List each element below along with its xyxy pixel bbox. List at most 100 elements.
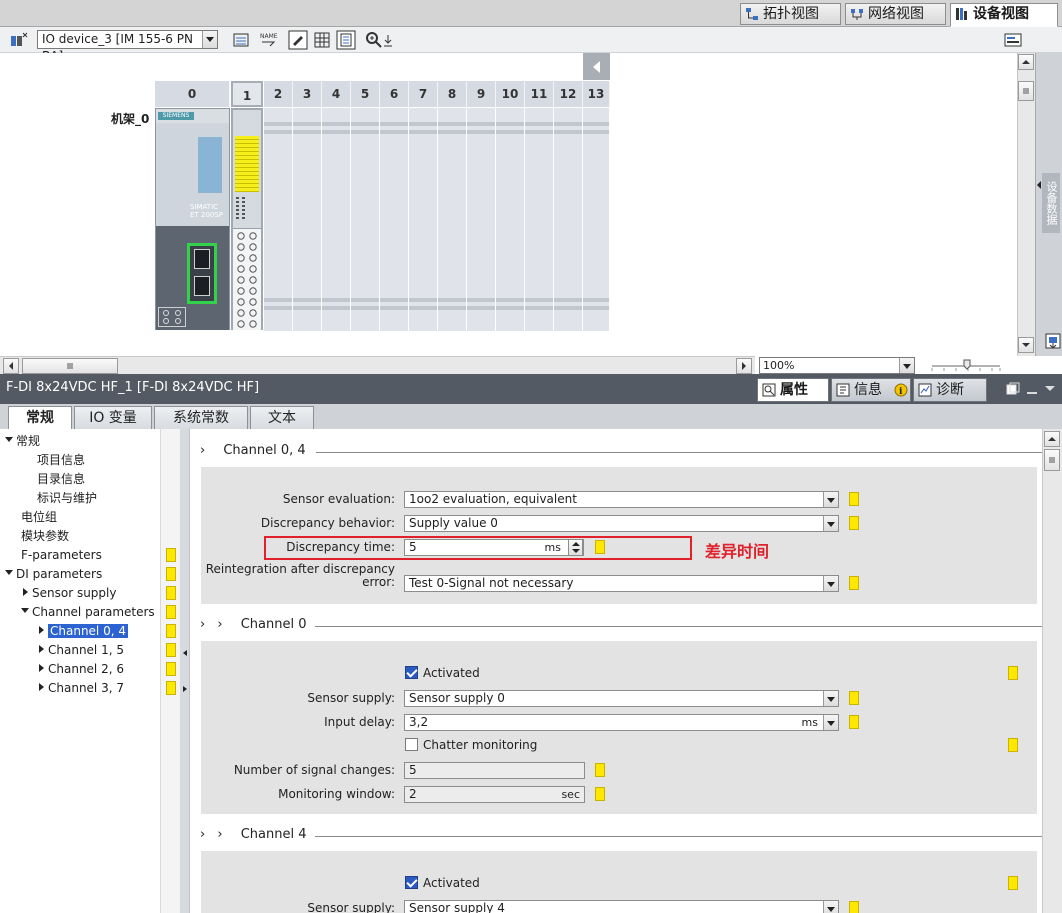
slot-header-3[interactable]: 3 <box>293 81 322 107</box>
tree-item[interactable]: Channel 2, 6 <box>36 660 124 678</box>
reintegration-select[interactable]: Test 0-Signal not necessary <box>404 575 839 592</box>
chevron-right-icon[interactable]: › <box>200 617 205 632</box>
name-label-icon[interactable]: NAME <box>258 30 278 50</box>
section-channel4-title[interactable]: › › Channel 4 <box>200 827 1042 842</box>
zoom-slider[interactable] <box>930 357 1002 373</box>
tree-item[interactable]: Channel 0, 4 <box>36 622 128 640</box>
tree-item[interactable]: 电位组 <box>21 508 57 526</box>
tab-device-data[interactable]: 设备数据 <box>1042 173 1060 233</box>
expanded-arrow-icon[interactable] <box>20 606 32 616</box>
tree-item[interactable]: 目录信息 <box>37 470 85 488</box>
chevron-right-icon[interactable]: › <box>200 827 205 842</box>
collapsed-arrow-icon[interactable] <box>36 663 48 673</box>
device-select[interactable]: IO device_3 [IM 155-6 PN BA] <box>37 30 218 63</box>
slot-header-13[interactable]: 13 <box>583 81 610 107</box>
zoom-icon[interactable] <box>364 30 384 50</box>
collapse-down-icon[interactable] <box>1043 382 1057 396</box>
tab-topology-view[interactable]: 拓扑视图 <box>740 3 841 25</box>
channel0-input-delay-select[interactable]: 3,2 ms <box>404 714 839 731</box>
zoom-select[interactable]: 100% <box>759 357 915 374</box>
empty-slot-4[interactable] <box>322 108 351 331</box>
empty-slot-11[interactable] <box>525 108 554 331</box>
pencil-icon[interactable] <box>288 30 308 50</box>
subtab-system-constants[interactable]: 系统常数 <box>154 406 248 429</box>
interface-module[interactable]: SIEMENS SIMATIC ET 200SP <box>155 108 230 330</box>
slot-header-8[interactable]: 8 <box>438 81 467 107</box>
expanded-arrow-icon[interactable] <box>4 568 16 578</box>
chevron-down-icon[interactable] <box>823 492 838 507</box>
tab-device-view[interactable]: 设备视图 <box>950 3 1058 27</box>
empty-slot-8[interactable] <box>438 108 467 331</box>
tree-item[interactable]: Channel 3, 7 <box>36 679 124 697</box>
subtab-texts[interactable]: 文本 <box>250 406 314 429</box>
tab-diagnostics[interactable]: 诊断 <box>913 378 987 402</box>
tab-info[interactable]: 信息 i <box>831 378 911 402</box>
channel0-sensor-supply-select[interactable]: Sensor supply 0 <box>404 690 839 707</box>
slot-header-11[interactable]: 11 <box>525 81 554 107</box>
scroll-right-icon[interactable] <box>736 358 752 374</box>
show-module-icon[interactable] <box>231 30 251 50</box>
section-channel04-title[interactable]: › Channel 0, 4 <box>200 443 1042 458</box>
collapsed-arrow-icon[interactable] <box>36 682 48 692</box>
sensor-evaluation-select[interactable]: 1oo2 evaluation, equivalent <box>404 491 839 508</box>
subtab-io-tags[interactable]: IO 变量 <box>74 406 152 429</box>
collapse-overview-icon[interactable] <box>583 53 610 80</box>
scroll-up-icon[interactable] <box>1018 54 1034 70</box>
chevron-down-icon[interactable] <box>823 516 838 531</box>
empty-slot-6[interactable] <box>380 108 409 331</box>
discrepancy-behavior-select[interactable]: Supply value 0 <box>404 515 839 532</box>
splitter-left-icon[interactable] <box>181 649 189 657</box>
content-scroll-thumb[interactable] <box>1044 449 1060 471</box>
collapsed-arrow-icon[interactable] <box>20 587 32 597</box>
slot-header-7[interactable]: 7 <box>409 81 438 107</box>
page-layout-icon[interactable] <box>336 30 356 50</box>
slot-header-12[interactable]: 12 <box>554 81 583 107</box>
collapsed-arrow-icon[interactable] <box>36 625 48 635</box>
empty-slot-12[interactable] <box>554 108 583 331</box>
tree-item[interactable]: 项目信息 <box>37 451 85 469</box>
window-layout-icon[interactable] <box>1006 382 1020 396</box>
device-overview-icon[interactable] <box>9 30 29 50</box>
tab-network-view[interactable]: 网络视图 <box>845 3 946 25</box>
section-channel0-title[interactable]: › › Channel 0 <box>200 617 1042 632</box>
fdi-module[interactable] <box>231 108 263 330</box>
channel0-chatter-checkbox[interactable] <box>405 738 418 751</box>
tree-item[interactable]: Channel 1, 5 <box>36 641 124 659</box>
slot-header-1[interactable]: 1 <box>231 81 263 107</box>
channel0-signal-changes-input[interactable]: 5 <box>404 762 585 779</box>
empty-slot-9[interactable] <box>467 108 496 331</box>
tree-item[interactable]: 常规 <box>4 432 40 450</box>
slot-header-0[interactable]: 0 <box>155 81 230 107</box>
slot-header-6[interactable]: 6 <box>380 81 409 107</box>
tree-item[interactable]: F-parameters <box>21 546 102 564</box>
slot-header-4[interactable]: 4 <box>322 81 351 107</box>
empty-slot-5[interactable] <box>351 108 380 331</box>
minimize-icon[interactable] <box>1025 382 1039 396</box>
hscroll-thumb[interactable] <box>22 358 118 374</box>
channel0-monitoring-window-input[interactable]: 2 sec <box>404 786 585 803</box>
chevron-down-icon[interactable] <box>823 901 838 913</box>
chevron-down-icon[interactable] <box>823 576 838 591</box>
empty-slot-10[interactable] <box>496 108 525 331</box>
subtab-general[interactable]: 常规 <box>8 406 72 431</box>
pane-splitter[interactable] <box>180 429 190 913</box>
empty-slot-3[interactable] <box>293 108 322 331</box>
tree-item[interactable]: DI parameters <box>4 565 102 583</box>
tree-item[interactable]: Channel parameters <box>20 603 155 621</box>
channel4-activated-checkbox[interactable] <box>405 876 418 889</box>
expanded-arrow-icon[interactable] <box>4 435 16 445</box>
tree-item[interactable]: 标识与维护 <box>37 489 97 507</box>
device-properties-icon[interactable] <box>1003 30 1023 50</box>
chevron-right-icon[interactable]: › <box>217 827 222 842</box>
scroll-down-icon[interactable] <box>1018 337 1034 353</box>
slot-header-10[interactable]: 10 <box>496 81 525 107</box>
chevron-right-icon[interactable]: › <box>217 617 222 632</box>
channel4-sensor-supply-select[interactable]: Sensor supply 4 <box>404 900 839 913</box>
device-canvas[interactable]: 机架_0 0 1 2 3 4 5 6 7 8 9 10 11 12 13 SIEMENS SIMATIC … <box>0 53 1017 356</box>
overview-navigation-icon[interactable] <box>1045 333 1061 349</box>
canvas-vertical-scrollbar[interactable] <box>1017 53 1035 356</box>
scroll-up-icon[interactable] <box>1044 431 1060 447</box>
tree-item[interactable]: Sensor supply <box>20 584 116 602</box>
chevron-down-icon[interactable] <box>899 358 914 373</box>
chevron-right-icon[interactable]: › <box>200 443 205 458</box>
